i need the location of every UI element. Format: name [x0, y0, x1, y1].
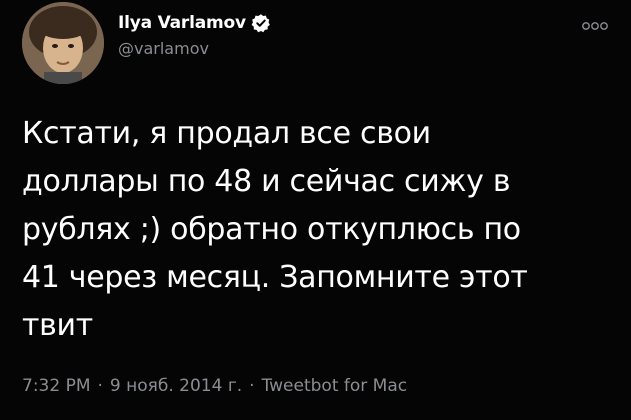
author-handle[interactable]: @varlamov: [118, 39, 271, 58]
tweet-header: Ilya Varlamov @varlamov: [22, 2, 622, 84]
meta-separator: ·: [97, 376, 103, 396]
avatar[interactable]: [22, 2, 104, 84]
more-options-icon[interactable]: [580, 18, 610, 32]
tweet-text: Кстати, я продал все свои доллары по 48 …: [22, 116, 528, 343]
tweet-date[interactable]: 9 нояб. 2014 г.: [110, 376, 242, 396]
tweet-source-link[interactable]: Tweetbot for Mac: [262, 376, 408, 396]
tweet-meta: 7:32 PM · 9 нояб. 2014 г. · Tweetbot for…: [22, 376, 407, 396]
tweet-card: Ilya Varlamov @varlamov Кстати, я продал…: [0, 0, 631, 420]
meta-separator: ·: [249, 376, 255, 396]
author-block: Ilya Varlamov @varlamov: [118, 10, 271, 58]
avatar-photo: [22, 2, 104, 84]
author-name-row: Ilya Varlamov: [118, 10, 271, 36]
tweet-time[interactable]: 7:32 PM: [22, 376, 91, 396]
author-display-name[interactable]: Ilya Varlamov: [118, 13, 246, 33]
verified-badge-icon: [251, 13, 271, 33]
